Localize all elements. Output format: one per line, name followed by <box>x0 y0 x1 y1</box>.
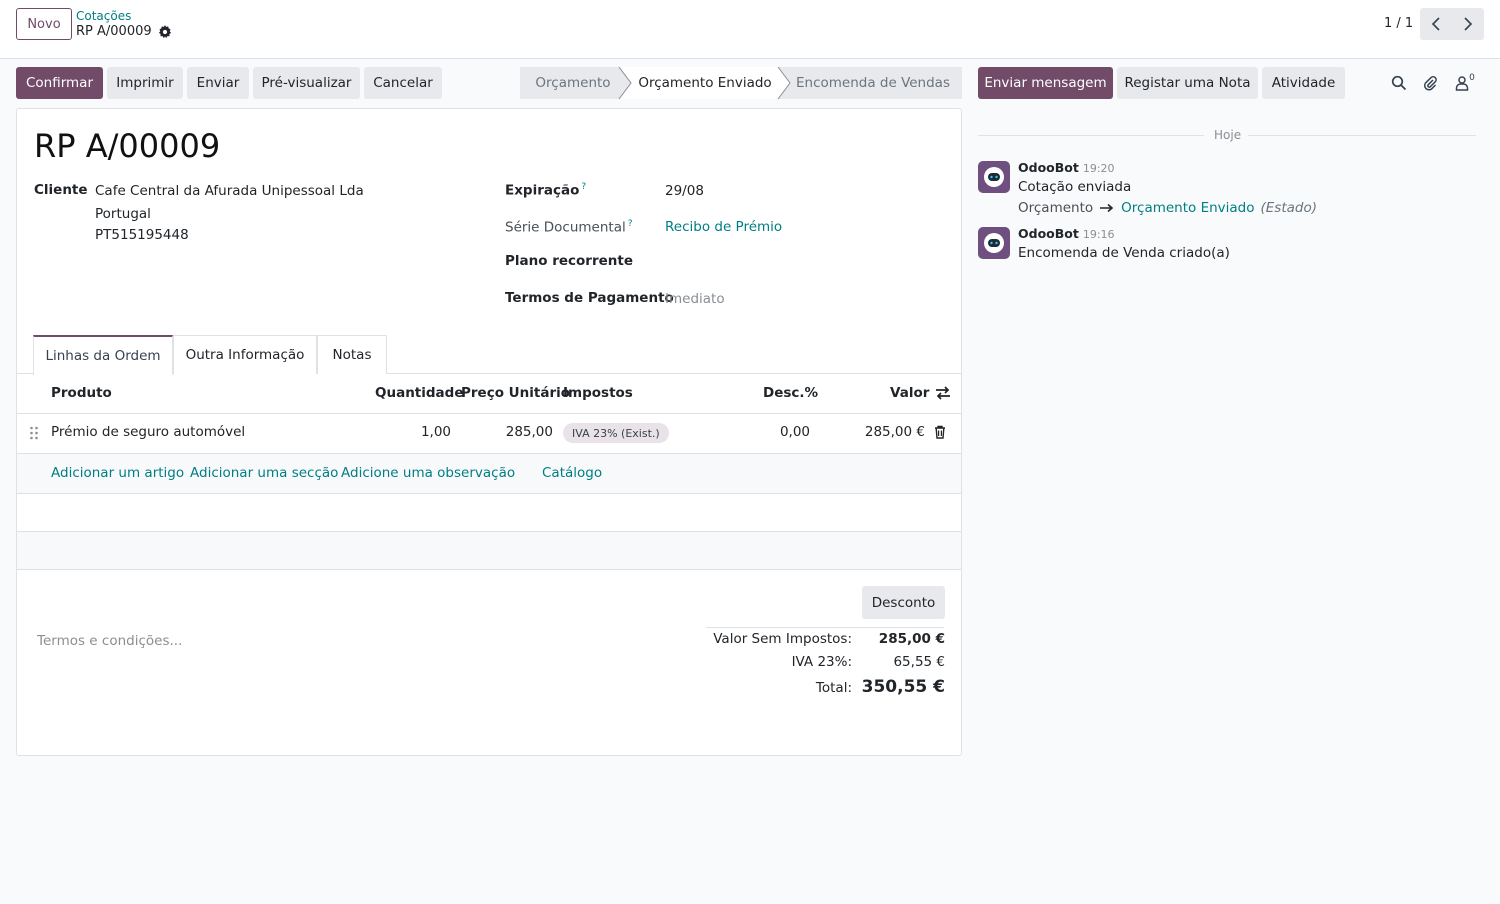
arrow-right-icon <box>1100 203 1114 213</box>
line-quantity[interactable]: 1,00 <box>397 424 451 440</box>
discount-button[interactable]: Desconto <box>862 586 945 619</box>
recurring-plan-label: Plano recorrente <box>505 253 633 269</box>
tax-value: 65,55 € <box>893 654 945 670</box>
help-mark[interactable]: ? <box>628 219 633 229</box>
empty-row <box>17 532 961 569</box>
tracking-field: (Estado) <box>1260 200 1318 216</box>
breadcrumb-current-label: RP A/00009 <box>76 24 152 39</box>
line-product[interactable]: Prémio de seguro automóvel <box>51 424 245 440</box>
col-quantity[interactable]: Quantidade <box>375 385 463 401</box>
catalog-link[interactable]: Catálogo <box>542 465 602 481</box>
recurring-plan-field[interactable] <box>665 253 945 271</box>
tab-order-lines[interactable]: Linhas da Ordem <box>33 335 173 375</box>
print-button[interactable]: Imprimir <box>107 67 183 99</box>
tracking-value: Orçamento Orçamento Enviado (Estado) <box>1018 200 1317 216</box>
line-amount: 285,00 € <box>864 424 925 440</box>
preview-button[interactable]: Pré-visualizar <box>253 67 360 99</box>
col-discount[interactable]: Desc.% <box>763 385 818 401</box>
add-product-link[interactable]: Adicionar um artigo <box>51 465 184 481</box>
expiration-field[interactable]: 29/08 <box>665 183 704 199</box>
date-divider-line <box>1248 135 1476 136</box>
trash-icon[interactable] <box>934 425 946 439</box>
date-divider-line <box>978 135 1204 136</box>
avatar[interactable] <box>978 161 1010 193</box>
table-divider <box>17 493 961 494</box>
avatar[interactable] <box>978 227 1010 259</box>
tab-other-info[interactable]: Outra Informação <box>173 335 317 374</box>
user-icon <box>1455 76 1469 91</box>
optional-columns-icon[interactable] <box>935 385 951 401</box>
customer-country: Portugal <box>95 206 151 222</box>
customer-vat: PT515195448 <box>95 227 189 243</box>
payment-terms-label: Termos de Pagamento <box>505 290 674 306</box>
status-stage-quotation-sent[interactable]: Orçamento Enviado <box>632 67 778 99</box>
add-note-link[interactable]: Adicione uma observação <box>341 465 515 481</box>
drag-handle-icon[interactable] <box>29 426 39 440</box>
new-button[interactable]: Novo <box>16 8 72 40</box>
payment-terms-field[interactable]: Imediato <box>665 291 725 307</box>
send-button[interactable]: Enviar <box>187 67 249 99</box>
odoobot-icon <box>984 233 1004 253</box>
pager-previous-button[interactable] <box>1420 8 1452 40</box>
totals-divider <box>706 627 944 628</box>
chevron-left-icon <box>1431 17 1440 31</box>
send-message-button[interactable]: Enviar mensagem <box>978 67 1113 99</box>
line-discount[interactable]: 0,00 <box>757 424 810 440</box>
total-value: 350,55 € <box>861 677 945 697</box>
pager-next-button[interactable] <box>1452 8 1484 40</box>
record-title: RP A/00009 <box>34 127 221 165</box>
table-divider <box>17 413 961 414</box>
series-field[interactable]: Recibo de Prémio <box>665 219 782 235</box>
customer-label: Cliente <box>34 182 88 198</box>
log-note-button[interactable]: Registar uma Nota <box>1117 67 1258 99</box>
message-author[interactable]: OdooBot 19:20 <box>1018 160 1115 175</box>
terms-conditions-field[interactable]: Termos e condições... <box>37 633 182 649</box>
col-product[interactable]: Produto <box>51 385 112 401</box>
search-icon[interactable] <box>1388 72 1410 94</box>
odoobot-icon <box>984 167 1004 187</box>
status-bar: Orçamento Orçamento Enviado Encomenda de… <box>520 67 962 99</box>
tax-label: IVA 23%: <box>791 654 852 670</box>
col-amount[interactable]: Valor <box>890 385 929 401</box>
control-panel: Novo Cotações RP A/00009 1 / 1 <box>0 0 1500 59</box>
col-unit-price[interactable]: Preço Unitário <box>461 385 570 401</box>
customer-name[interactable]: Cafe Central da Afurada Unipessoal Lda <box>95 183 364 199</box>
followers-button[interactable]: 0 <box>1452 72 1478 94</box>
tracking-new-value: Orçamento Enviado <box>1121 200 1255 216</box>
paperclip-icon[interactable] <box>1419 72 1441 94</box>
followers-count: 0 <box>1469 73 1475 83</box>
table-divider <box>17 569 961 570</box>
breadcrumb-parent[interactable]: Cotações <box>76 9 131 23</box>
message-body: Cotação enviada <box>1018 179 1132 195</box>
col-taxes[interactable]: Impostos <box>563 385 633 401</box>
date-divider-label: Hoje <box>1214 128 1242 142</box>
series-label: Série Documental? <box>505 219 633 236</box>
help-mark[interactable]: ? <box>581 182 586 192</box>
confirm-button[interactable]: Confirmar <box>16 67 103 99</box>
untaxed-value: 285,00 € <box>878 631 945 647</box>
message-time: 19:16 <box>1082 228 1115 241</box>
status-stage-quotation[interactable]: Orçamento <box>520 67 626 99</box>
message-body: Encomenda de Venda criado(a) <box>1018 245 1230 261</box>
tab-notes[interactable]: Notas <box>317 335 387 374</box>
status-stage-sales-order[interactable]: Encomenda de Vendas <box>790 67 956 99</box>
add-section-link[interactable]: Adicionar uma secção <box>190 465 338 481</box>
line-unit-price[interactable]: 285,00 <box>467 424 553 440</box>
cancel-button[interactable]: Cancelar <box>364 67 442 99</box>
activity-button[interactable]: Atividade <box>1262 67 1345 99</box>
tax-badge[interactable]: IVA 23% (Exist.) <box>563 423 669 443</box>
message-author[interactable]: OdooBot 19:16 <box>1018 226 1115 241</box>
chevron-right-icon <box>1464 17 1473 31</box>
untaxed-label: Valor Sem Impostos: <box>713 631 852 647</box>
form-sheet: RP A/00009 Cliente Cafe Central da Afura… <box>16 108 962 756</box>
gear-icon[interactable] <box>158 24 172 39</box>
message-time: 19:20 <box>1082 162 1115 175</box>
pager-value[interactable]: 1 / 1 <box>1384 16 1413 31</box>
breadcrumb-current: RP A/00009 <box>76 24 172 39</box>
expiration-label: Expiração? <box>505 182 587 199</box>
tracking-old-value: Orçamento <box>1018 200 1094 216</box>
